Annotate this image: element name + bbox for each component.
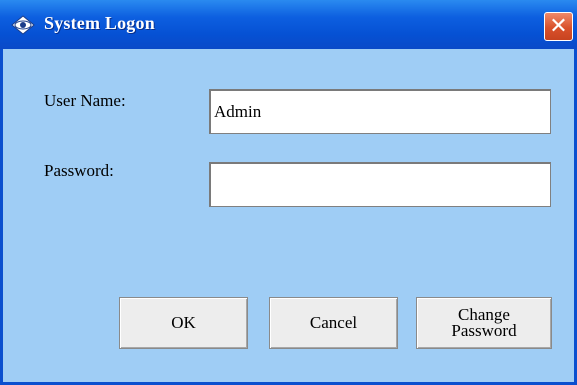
title-bar[interactable]: System Logon ✕ bbox=[0, 0, 577, 49]
change-password-button[interactable]: Change Password bbox=[416, 297, 552, 349]
cancel-button[interactable]: Cancel bbox=[269, 297, 398, 349]
window-title: System Logon bbox=[44, 13, 155, 33]
system-logon-dialog: System Logon ✕ User Name: Password: OK C… bbox=[0, 0, 577, 385]
ok-button[interactable]: OK bbox=[119, 297, 248, 349]
password-input[interactable] bbox=[209, 162, 551, 207]
eye-diamond-icon bbox=[11, 15, 35, 35]
cancel-button-label: Cancel bbox=[309, 313, 358, 332]
close-icon: ✕ bbox=[549, 13, 568, 39]
ok-button-label: OK bbox=[171, 313, 196, 332]
username-label: User Name: bbox=[44, 91, 126, 110]
username-input[interactable] bbox=[209, 89, 551, 134]
close-button[interactable]: ✕ bbox=[544, 12, 573, 41]
password-label: Password: bbox=[44, 161, 114, 180]
change-password-label-line2: Password bbox=[451, 321, 517, 340]
